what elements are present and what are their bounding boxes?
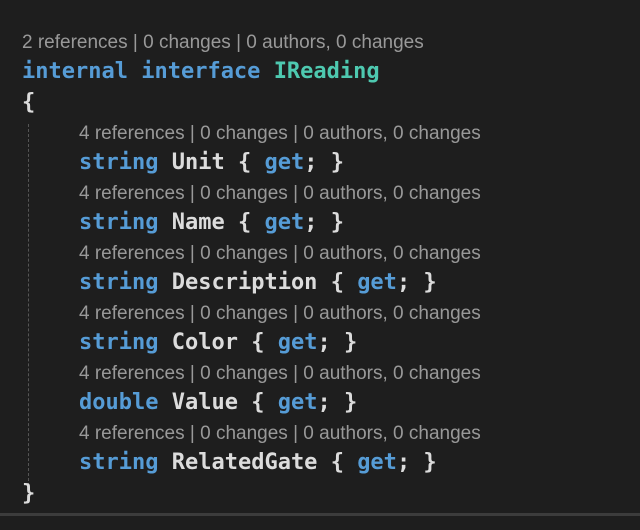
interface-name: IReading	[273, 59, 380, 84]
property-value: double Value { get; }	[79, 388, 357, 418]
indent-guide	[28, 124, 29, 486]
accessor-end: ; }	[304, 210, 344, 235]
property-description: string Description { get; }	[79, 268, 437, 298]
property-name: Value	[171, 390, 238, 415]
type-keyword: string	[79, 210, 159, 235]
accessor-end: ; }	[317, 390, 358, 415]
brace: {	[330, 270, 344, 295]
get-accessor: get	[264, 150, 305, 175]
code-editor[interactable]: 2 references | 0 changes | 0 authors, 0 …	[0, 0, 640, 530]
get-accessor: get	[357, 270, 397, 295]
type-keyword: double	[79, 390, 159, 415]
type-keyword: string	[79, 150, 159, 175]
accessor-end: ; }	[396, 450, 437, 475]
property-name: Unit	[171, 150, 225, 175]
brace: {	[330, 450, 344, 475]
keyword-interface: interface	[141, 59, 261, 84]
accessor-end: ; }	[304, 150, 344, 175]
codelens-description[interactable]: 4 references | 0 changes | 0 authors, 0 …	[79, 242, 481, 266]
property-related-gate: string RelatedGate { get; }	[79, 448, 437, 478]
property-name: Name	[171, 210, 225, 235]
accessor-end: ; }	[317, 330, 358, 355]
type-keyword: string	[79, 270, 159, 295]
horizontal-scrollbar[interactable]	[0, 513, 640, 516]
property-name: RelatedGate	[171, 450, 318, 475]
codelens-color[interactable]: 4 references | 0 changes | 0 authors, 0 …	[79, 302, 481, 326]
code-line-interface-declaration: internal interface IReading	[22, 57, 380, 87]
get-accessor: get	[357, 450, 397, 475]
codelens-interface[interactable]: 2 references | 0 changes | 0 authors, 0 …	[22, 31, 424, 55]
property-color: string Color { get; }	[79, 328, 357, 358]
property-name: Color	[171, 330, 238, 355]
type-keyword: string	[79, 450, 159, 475]
property-unit: string Unit { get; }	[79, 148, 344, 178]
accessor-end: ; }	[396, 270, 437, 295]
codelens-unit[interactable]: 4 references | 0 changes | 0 authors, 0 …	[79, 122, 481, 146]
brace: {	[251, 390, 265, 415]
codelens-name[interactable]: 4 references | 0 changes | 0 authors, 0 …	[79, 182, 481, 206]
get-accessor: get	[264, 210, 305, 235]
brace: {	[251, 330, 265, 355]
codelens-value[interactable]: 4 references | 0 changes | 0 authors, 0 …	[79, 362, 481, 386]
get-accessor: get	[277, 390, 318, 415]
property-name: string Name { get; }	[79, 208, 344, 238]
get-accessor: get	[277, 330, 318, 355]
brace: {	[237, 150, 252, 175]
codelens-related-gate[interactable]: 4 references | 0 changes | 0 authors, 0 …	[79, 422, 481, 446]
close-brace: }	[22, 481, 36, 506]
property-name: Description	[171, 270, 318, 295]
brace: {	[237, 210, 252, 235]
type-keyword: string	[79, 330, 159, 355]
keyword-internal: internal	[22, 59, 128, 84]
open-brace: {	[22, 90, 36, 115]
